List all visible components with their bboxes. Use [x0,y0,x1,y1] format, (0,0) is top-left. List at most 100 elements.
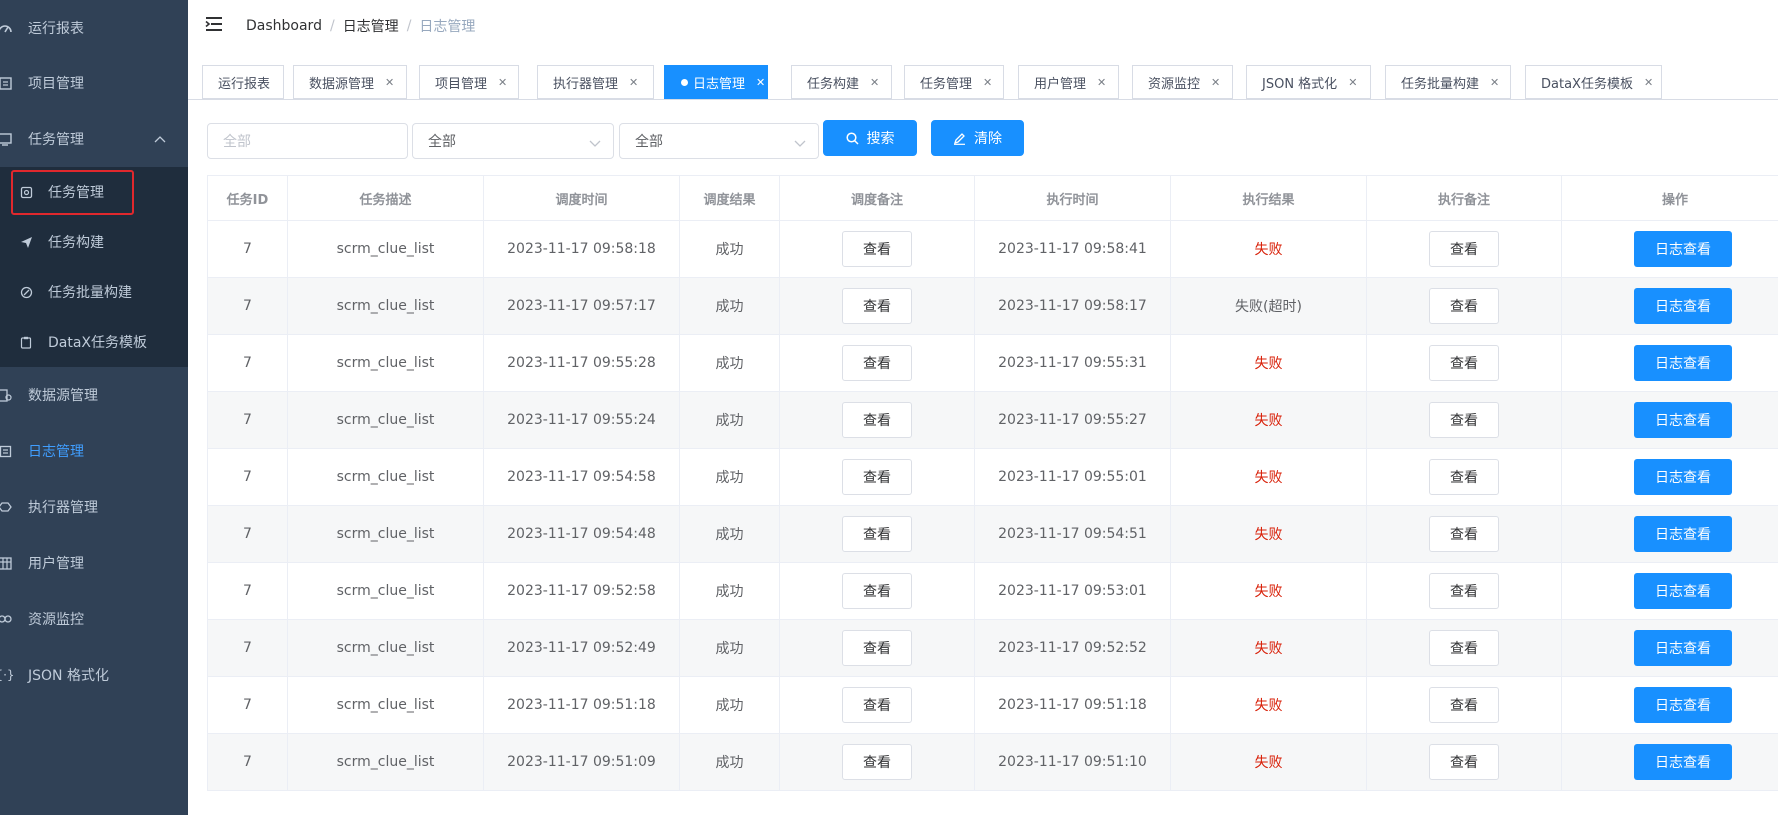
close-icon[interactable]: ✕ [1211,76,1220,89]
view-log-button[interactable]: 日志查看 [1634,744,1732,780]
tab-datax-template[interactable]: DataX任务模板 ✕ [1525,65,1662,99]
view-trigger-msg-button[interactable]: 查看 [842,288,912,324]
result-select[interactable]: 全部 [619,123,819,159]
close-icon[interactable]: ✕ [1348,76,1357,89]
table-header: 任务ID 任务描述 调度时间 调度结果 调度备注 执行时间 执行结果 执行备注 … [208,176,1778,221]
tab-task-batch-build[interactable]: 任务批量构建 ✕ [1385,65,1511,99]
close-icon[interactable]: ✕ [870,76,879,89]
close-icon[interactable]: ✕ [1490,76,1499,89]
cell-trigger-time: 2023-11-17 09:55:28 [484,335,680,391]
view-exec-msg-button[interactable]: 查看 [1429,231,1499,267]
view-log-button[interactable]: 日志查看 [1634,459,1732,495]
tab-dashboard[interactable]: 运行报表 [202,65,284,99]
submenu-item-task-batch-build[interactable]: 任务批量构建 [0,267,188,317]
view-exec-msg-button[interactable]: 查看 [1429,345,1499,381]
tab-task-management[interactable]: 任务管理 ✕ [904,65,1004,99]
sidebar-item-log-management[interactable]: 日志管理 [0,423,188,479]
view-trigger-msg-button[interactable]: 查看 [842,744,912,780]
table-row: 7 scrm_clue_list 2023-11-17 09:51:18 成功 查看 20… [208,677,1778,734]
tab-task-build[interactable]: 任务构建 ✕ [791,65,892,99]
view-exec-msg-button[interactable]: 查看 [1429,744,1499,780]
job-id-input[interactable]: 全部 [207,123,408,159]
tab-json-format[interactable]: JSON 格式化 ✕ [1246,65,1371,99]
view-log-button[interactable]: 日志查看 [1634,687,1732,723]
view-exec-msg-button[interactable]: 查看 [1429,459,1499,495]
view-trigger-msg-button[interactable]: 查看 [842,573,912,609]
table-row: 7 scrm_clue_list 2023-11-17 09:58:18 成功 查看 20… [208,221,1778,278]
tab-log-management[interactable]: 日志管理 ✕ [664,65,768,99]
project-icon [0,75,13,91]
tab-label: 执行器管理 [553,76,619,92]
breadcrumb-item-dashboard[interactable]: Dashboard [246,18,322,34]
view-exec-msg-button[interactable]: 查看 [1429,573,1499,609]
cell-trigger-result: 成功 [680,449,780,505]
sidebar-item-task-management[interactable]: 任务管理 [0,111,188,167]
hamburger-icon[interactable] [205,16,223,32]
view-trigger-msg-button[interactable]: 查看 [842,630,912,666]
breadcrumb-separator: / [406,18,412,34]
view-trigger-msg-button[interactable]: 查看 [842,402,912,438]
sidebar-item-project[interactable]: 项目管理 [0,55,188,111]
submenu-item-task-management[interactable]: 任务管理 [0,167,188,217]
sidebar-item-json-format[interactable]: {·} JSON 格式化 [0,647,188,703]
view-exec-msg-button[interactable]: 查看 [1429,402,1499,438]
view-exec-msg-button[interactable]: 查看 [1429,687,1499,723]
close-icon[interactable]: ✕ [1644,76,1653,89]
tab-datasource[interactable]: 数据源管理 ✕ [293,65,407,99]
view-log-button[interactable]: 日志查看 [1634,288,1732,324]
sidebar-item-user-management[interactable]: 用户管理 [0,535,188,591]
close-icon[interactable]: ✕ [1097,76,1106,89]
sidebar-item-resource-monitor[interactable]: 资源监控 [0,591,188,647]
view-log-button[interactable]: 日志查看 [1634,231,1732,267]
view-log-button[interactable]: 日志查看 [1634,630,1732,666]
clear-button[interactable]: 清除 [931,120,1024,156]
cell-trigger-msg: 查看 [780,335,975,391]
tab-label: 数据源管理 [309,76,375,92]
view-trigger-msg-button[interactable]: 查看 [842,459,912,495]
task-list-icon [18,184,34,200]
tab-executor[interactable]: 执行器管理 ✕ [537,65,654,99]
sidebar-item-label: 用户管理 [28,556,84,572]
submenu-item-datax-template[interactable]: DataX任务模板 [0,317,188,367]
view-exec-msg-button[interactable]: 查看 [1429,630,1499,666]
cell-exec-result: 失败 [1171,221,1367,277]
cell-exec-msg: 查看 [1367,392,1562,448]
sidebar-item-label: 数据源管理 [28,388,98,404]
sidebar-item-dashboard[interactable]: 运行报表 [0,0,188,55]
chevron-up-icon [154,131,166,147]
submenu-item-task-build[interactable]: 任务构建 [0,217,188,267]
view-log-button[interactable]: 日志查看 [1634,516,1732,552]
close-icon[interactable]: ✕ [983,76,992,89]
close-icon[interactable]: ✕ [756,76,765,89]
cell-job-desc: scrm_clue_list [288,734,484,790]
cell-exec-time: 2023-11-17 09:58:17 [975,278,1171,334]
submenu-item-label: DataX任务模板 [48,335,148,351]
view-exec-msg-button[interactable]: 查看 [1429,288,1499,324]
view-trigger-msg-button[interactable]: 查看 [842,231,912,267]
view-trigger-msg-button[interactable]: 查看 [842,516,912,552]
close-icon[interactable]: ✕ [385,76,394,89]
view-exec-msg-button[interactable]: 查看 [1429,516,1499,552]
cell-actions: 日志查看 [1562,278,1778,334]
tab-user-management[interactable]: 用户管理 ✕ [1018,65,1119,99]
search-button[interactable]: 搜索 [823,120,917,156]
tab-resource-monitor[interactable]: 资源监控 ✕ [1132,65,1233,99]
close-icon[interactable]: ✕ [498,76,507,89]
view-log-button[interactable]: 日志查看 [1634,345,1732,381]
cell-actions: 日志查看 [1562,392,1778,448]
sidebar-item-datasource[interactable]: 数据源管理 [0,367,188,423]
view-log-button[interactable]: 日志查看 [1634,573,1732,609]
tab-project[interactable]: 项目管理 ✕ [419,65,519,99]
view-log-button[interactable]: 日志查看 [1634,402,1732,438]
sidebar-item-executor[interactable]: 执行器管理 [0,479,188,535]
cell-exec-msg: 查看 [1367,335,1562,391]
view-trigger-msg-button[interactable]: 查看 [842,345,912,381]
tab-label: 任务构建 [807,76,860,92]
close-icon[interactable]: ✕ [629,76,638,89]
cell-trigger-time: 2023-11-17 09:58:18 [484,221,680,277]
breadcrumb-item-log-management[interactable]: 日志管理 [343,16,399,36]
view-trigger-msg-button[interactable]: 查看 [842,687,912,723]
table-row: 7 scrm_clue_list 2023-11-17 09:55:24 成功 查看 20… [208,392,1778,449]
cell-exec-time: 2023-11-17 09:55:27 [975,392,1171,448]
status-select[interactable]: 全部 [412,123,614,159]
